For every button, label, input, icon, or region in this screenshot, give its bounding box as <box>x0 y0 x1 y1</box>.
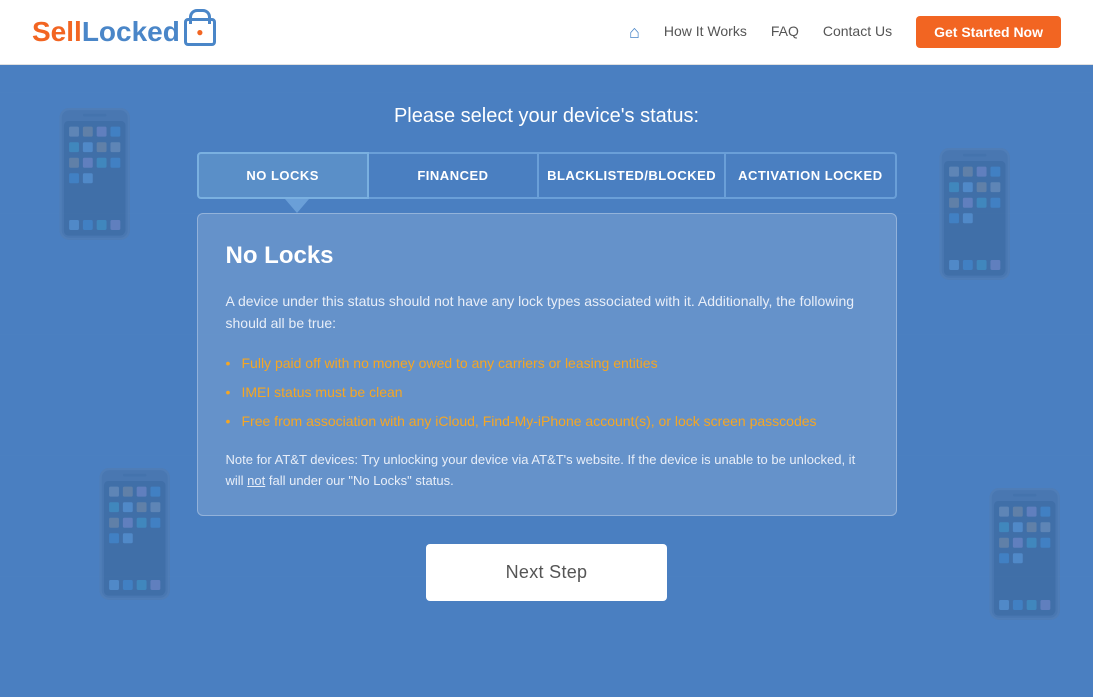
list-item: IMEI status must be clean <box>226 382 868 403</box>
next-step-wrap: Next Step <box>197 544 897 601</box>
home-icon: ⌂ <box>629 22 640 42</box>
page-title: Please select your device's status: <box>197 105 897 128</box>
content-center: Please select your device's status: NO L… <box>197 105 897 601</box>
logo-locked: Locked <box>82 16 180 48</box>
arrow-down-indicator <box>285 199 309 213</box>
navbar: SellLocked ⌂ How It Works FAQ Contact Us… <box>0 0 1093 65</box>
wm-phone-1: 📱 <box>20 105 169 245</box>
info-card: No Locks A device under this status shou… <box>197 213 897 516</box>
card-list: Fully paid off with no money owed to any… <box>226 353 868 432</box>
next-step-button[interactable]: Next Step <box>426 544 668 601</box>
status-btn-no-locks[interactable]: NO LOCKS <box>197 152 369 199</box>
list-item: Free from association with any iCloud, F… <box>226 411 868 432</box>
status-btn-financed[interactable]: FINANCED <box>369 152 539 199</box>
nav-links: ⌂ How It Works FAQ Contact Us Get Starte… <box>629 16 1061 48</box>
wm-phone-3: 📱 <box>60 465 209 605</box>
nav-contact-us[interactable]: Contact Us <box>823 23 892 39</box>
get-started-button[interactable]: Get Started Now <box>916 16 1061 48</box>
status-btn-blacklisted[interactable]: BLACKLISTED/BLOCKED <box>539 152 726 199</box>
nav-how-it-works[interactable]: How It Works <box>664 23 747 39</box>
status-btn-activation-locked[interactable]: ACTIVATION LOCKED <box>726 152 896 199</box>
status-buttons: NO LOCKS FINANCED BLACKLISTED/BLOCKED AC… <box>197 152 897 199</box>
nav-faq[interactable]: FAQ <box>771 23 799 39</box>
card-note: Note for AT&T devices: Try unlocking you… <box>226 450 868 492</box>
card-title: No Locks <box>226 242 868 270</box>
list-item: Fully paid off with no money owed to any… <box>226 353 868 374</box>
wm-phone-2: 📱 <box>900 145 1049 285</box>
card-description: A device under this status should not ha… <box>226 290 868 335</box>
nav-home-link[interactable]: ⌂ <box>629 25 640 41</box>
logo-icon <box>184 18 216 46</box>
wm-phone-4: 📱 <box>950 485 1093 625</box>
logo-sell: Sell <box>32 16 82 48</box>
logo: SellLocked <box>32 16 216 48</box>
main-background: 📱 📱 📱 📱 Please select your device's stat… <box>0 65 1093 697</box>
